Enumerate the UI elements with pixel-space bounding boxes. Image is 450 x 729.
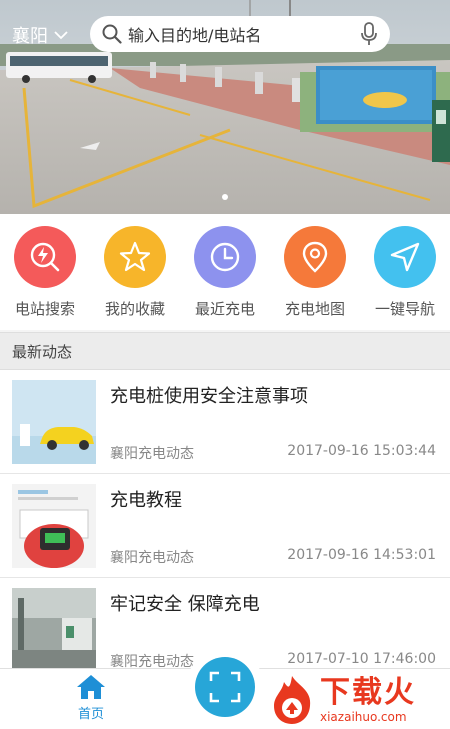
city-selector[interactable]: 襄阳: [12, 22, 68, 48]
quick-entry-label: 充电地图: [284, 300, 345, 318]
news-item[interactable]: 充电教程 襄阳充电动态 2017-09-16 14:53:01: [0, 474, 450, 578]
map-pin-icon: [284, 226, 346, 288]
news-thumbnail-station: [12, 588, 96, 670]
tab-home[interactable]: 首页: [60, 673, 122, 722]
quick-entry-label: 一键导航: [374, 300, 435, 318]
search-icon: [102, 24, 122, 44]
tab-home-label: 首页: [77, 707, 104, 722]
news-title: 牢记安全 保障充电: [110, 594, 260, 615]
scan-icon: [209, 671, 241, 703]
hero-banner[interactable]: 襄阳 输入目的地/电站名: [0, 0, 450, 214]
flame-logo-icon: [274, 676, 311, 724]
pagination-dot-active[interactable]: [222, 194, 228, 200]
clock-icon: [194, 226, 256, 288]
news-list: 充电桩使用安全注意事项 襄阳充电动态 2017-09-16 15:03:44 充…: [0, 370, 450, 670]
quick-entry-label: 最近充电: [194, 300, 255, 318]
news-timestamp: 2017-07-10 17:46:00: [287, 651, 436, 667]
scan-qr-button[interactable]: [195, 657, 255, 717]
search-bolt-icon: [14, 226, 76, 288]
navigation-arrow-icon: [374, 226, 436, 288]
search-bar[interactable]: 输入目的地/电站名: [90, 16, 390, 52]
search-input[interactable]: 输入目的地/电站名: [128, 22, 360, 46]
watermark-text: 下载火 xiazaihuo.com: [320, 675, 416, 725]
news-thumbnail-tutorial: [12, 484, 96, 568]
news-timestamp: 2017-09-16 14:53:01: [287, 547, 436, 563]
city-name: 襄阳: [12, 26, 48, 47]
star-icon: [104, 226, 166, 288]
news-source: 襄阳充电动态: [110, 550, 194, 566]
quick-entry-recent-charging[interactable]: 最近充电: [180, 214, 270, 330]
watermark: 下载火 xiazaihuo.com: [268, 672, 448, 728]
news-thumbnail-car: [12, 380, 96, 464]
quick-entry-label: 电站搜索: [14, 300, 75, 318]
quick-entry-label: 我的收藏: [104, 300, 165, 318]
section-header-news: 最新动态: [0, 332, 450, 370]
chevron-down-icon: [54, 31, 68, 40]
news-title: 充电教程: [110, 490, 182, 511]
quick-entry-charging-map[interactable]: 充电地图: [270, 214, 360, 330]
quick-entry-bar: 电站搜索 我的收藏 最近充电 充电地图 一键导航: [0, 214, 450, 330]
news-item[interactable]: 充电桩使用安全注意事项 襄阳充电动态 2017-09-16 15:03:44: [0, 370, 450, 474]
home-icon: [77, 675, 105, 699]
quick-entry-navigation[interactable]: 一键导航: [360, 214, 450, 330]
news-source: 襄阳充电动态: [110, 446, 194, 462]
watermark-brand: 下载火: [320, 675, 416, 710]
quick-entry-favorites[interactable]: 我的收藏: [90, 214, 180, 330]
banner-pagination: [0, 194, 450, 200]
microphone-icon[interactable]: [360, 22, 378, 46]
news-timestamp: 2017-09-16 15:03:44: [287, 443, 436, 459]
quick-entry-station-search[interactable]: 电站搜索: [0, 214, 90, 330]
news-title: 充电桩使用安全注意事项: [110, 386, 308, 407]
watermark-url: xiazaihuo.com: [320, 710, 407, 724]
app-screen: 襄阳 输入目的地/电站名 电站搜索 我的收藏 最近充电 充电地图 一键导航 最新…: [0, 0, 450, 729]
